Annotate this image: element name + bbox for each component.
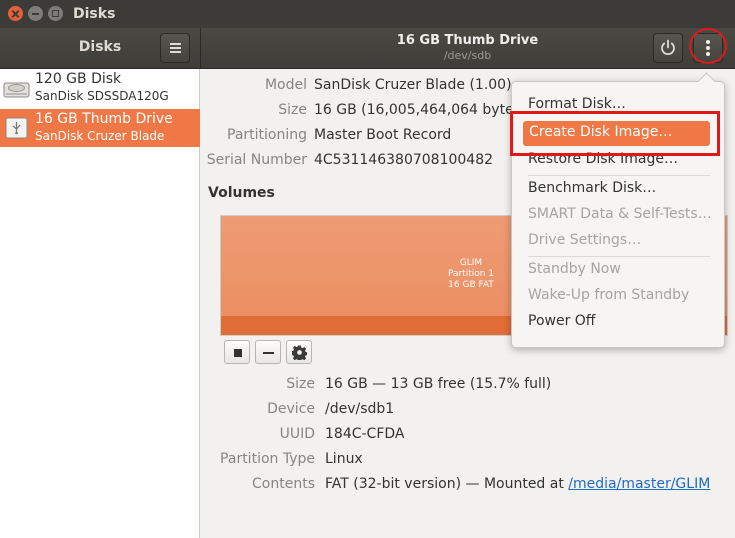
- title-bar: Disks: [0, 0, 735, 28]
- partitioning-value: Master Boot Record: [314, 127, 452, 143]
- annotation-box: [510, 111, 720, 156]
- contents-row: Contents FAT (32-bit version) — Mounted …: [201, 474, 735, 496]
- minimize-window-button[interactable]: [28, 6, 43, 21]
- volume-size-value: 16 GB — 13 GB free (15.7% full): [325, 376, 552, 392]
- menu-item-power-off[interactable]: Power Off: [528, 313, 595, 329]
- partition-type-row: Partition Type Linux: [201, 449, 735, 471]
- menu-item-benchmark-disk[interactable]: Benchmark Disk…: [528, 180, 656, 196]
- device-value: /dev/sdb1: [325, 401, 395, 417]
- power-off-button[interactable]: [653, 33, 683, 63]
- usb-drive-icon: [5, 117, 28, 139]
- app-menu-button[interactable]: [160, 33, 190, 63]
- uuid-value: 184C-CFDA: [325, 426, 405, 442]
- menu-item-standby-now: Standby Now: [528, 261, 621, 277]
- disk-model: SanDisk Cruzer Blade: [35, 129, 165, 143]
- volumes-heading: Volumes: [208, 185, 275, 201]
- annotation-circle: [689, 28, 727, 64]
- sidebar-item-120gb-disk[interactable]: 120 GB Disk SanDisk SDSSDA120G: [0, 69, 200, 107]
- unmount-button[interactable]: [224, 340, 250, 364]
- partition-options-button[interactable]: [286, 340, 312, 364]
- delete-partition-button[interactable]: [255, 340, 281, 364]
- hard-disk-icon: [3, 82, 30, 98]
- gear-icon: [292, 345, 307, 360]
- model-label: Model: [264, 77, 307, 93]
- contents-text: FAT (32-bit version) — Mounted at: [325, 476, 569, 492]
- disk-model: SanDisk SDSSDA120G: [35, 89, 169, 103]
- header-bar: Disks 16 GB Thumb Drive /dev/sdb: [0, 28, 735, 69]
- partitioning-label: Partitioning: [227, 127, 307, 143]
- disk-sidebar: 120 GB Disk SanDisk SDSSDA120G 16 GB Thu…: [0, 69, 200, 538]
- partition-type-value: Linux: [325, 451, 363, 467]
- uuid-label: UUID: [279, 426, 315, 442]
- menu-item-smart-data: SMART Data & Self-Tests…: [528, 206, 712, 222]
- sidebar-item-thumb-drive[interactable]: 16 GB Thumb Drive SanDisk Cruzer Blade: [0, 109, 200, 147]
- maximize-window-button[interactable]: [48, 6, 63, 21]
- disk-name: 120 GB Disk: [35, 71, 122, 87]
- uuid-row: UUID 184C-CFDA: [201, 424, 735, 446]
- mount-point-link[interactable]: /media/master/GLIM: [568, 476, 710, 492]
- disk-name: 16 GB Thumb Drive: [35, 111, 173, 127]
- menu-separator: [528, 256, 710, 257]
- menu-item-format-disk[interactable]: Format Disk…: [528, 96, 626, 112]
- device-label: Device: [267, 401, 315, 417]
- size-value: 16 GB (16,005,464,064 bytes): [314, 102, 527, 118]
- size-label: Size: [278, 102, 307, 118]
- device-row: Device /dev/sdb1: [201, 399, 735, 421]
- menu-item-drive-settings: Drive Settings…: [528, 232, 642, 248]
- serial-label: Serial Number: [206, 152, 307, 168]
- window-title: Disks: [73, 6, 116, 22]
- volume-size-row: Size 16 GB — 13 GB free (15.7% full): [201, 374, 735, 396]
- close-window-button[interactable]: [8, 6, 23, 21]
- power-icon: [661, 39, 675, 55]
- model-value: SanDisk Cruzer Blade (1.00): [314, 77, 512, 93]
- serial-value: 4C531146380708100482: [314, 152, 494, 168]
- volume-size-label: Size: [286, 376, 315, 392]
- partition-type-label: Partition Type: [220, 451, 315, 467]
- contents-label: Contents: [252, 476, 315, 492]
- menu-separator: [528, 175, 710, 176]
- menu-item-wake-up: Wake-Up from Standby: [528, 287, 690, 303]
- contents-value: FAT (32-bit version) — Mounted at /media…: [325, 476, 710, 492]
